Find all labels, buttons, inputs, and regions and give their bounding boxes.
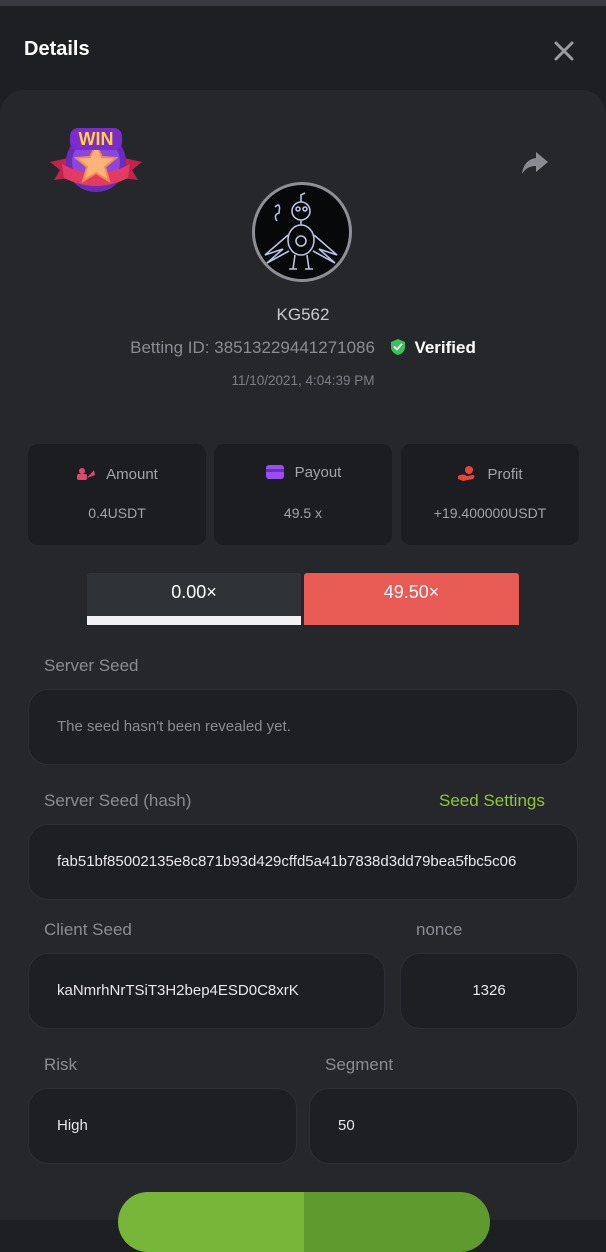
amount-value: 0.4USDT <box>88 505 146 521</box>
win-badge-icon: WIN <box>48 124 144 200</box>
betting-id-value: 38513229441271086 <box>214 338 375 357</box>
page-title: Details <box>24 38 90 60</box>
seed-settings-link[interactable]: Seed Settings <box>439 791 545 811</box>
risk-label: Risk <box>44 1055 78 1074</box>
payout-label: Payout <box>294 464 342 481</box>
username: KG562 <box>276 305 330 324</box>
betting-id-label: Betting ID: <box>130 338 210 357</box>
server-seed-field[interactable]: The seed hasn't been revealed yet. <box>28 689 578 765</box>
details-header: Details <box>0 6 606 90</box>
server-seed-hash-field[interactable]: fab51bf85002135e8c871b93d429cffd5a41b783… <box>28 824 578 900</box>
client-seed-field[interactable]: kaNmrhNrTSiT3H2bep4ESD0C8xrK <box>28 953 385 1029</box>
profit-card: Profit +19.400000USDT <box>401 444 579 545</box>
profit-label: Profit <box>487 466 523 483</box>
client-seed-label: Client Seed <box>44 920 132 939</box>
profit-value: +19.400000USDT <box>433 505 547 521</box>
multiplier-tab-right[interactable]: 49.50× <box>304 573 519 625</box>
multiplier-tab-left[interactable]: 0.00× <box>87 573 301 625</box>
hand-coin-icon <box>458 466 475 481</box>
coins-icon <box>77 468 96 480</box>
risk-field[interactable]: High <box>28 1088 297 1164</box>
betting-id-row: Betting ID: 38513229441271086 Verified <box>0 338 606 361</box>
nonce-field[interactable]: 1326 <box>400 953 578 1029</box>
payout-card: Payout 49.5 x <box>214 444 392 545</box>
share-icon[interactable] <box>518 146 552 180</box>
server-seed-hash-label: Server Seed (hash) <box>44 791 192 810</box>
win-badge-text: WIN <box>78 129 114 149</box>
verified-shield-icon <box>390 338 406 361</box>
payout-value: 49.5 x <box>283 505 323 521</box>
segment-field[interactable]: 50 <box>309 1088 578 1164</box>
close-icon[interactable] <box>551 38 577 64</box>
server-seed-label: Server Seed <box>44 656 139 675</box>
card-icon <box>265 465 284 479</box>
amount-card: Amount 0.4USDT <box>28 444 206 545</box>
verified-label: Verified <box>414 338 476 357</box>
avatar <box>252 182 352 282</box>
amount-label: Amount <box>106 466 158 483</box>
nonce-label: nonce <box>416 920 463 939</box>
segment-label: Segment <box>325 1055 394 1074</box>
bet-timestamp: 11/10/2021, 4:04:39 PM <box>231 373 375 388</box>
action-button[interactable] <box>118 1192 490 1252</box>
